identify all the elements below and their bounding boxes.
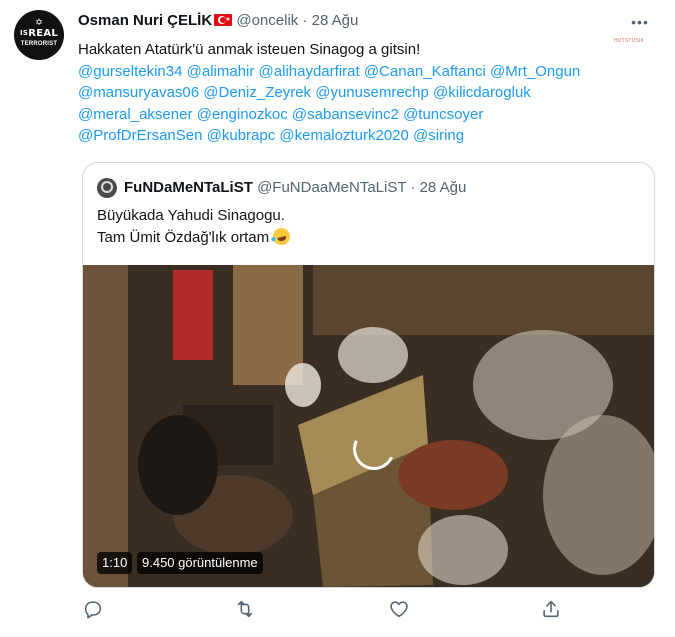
quoted-tweet-text: Büyükada Yahudi Sinagogu. Tam Ümit Özdağ… <box>97 205 293 248</box>
quoted-text-line: Büyükada Yahudi Sinagogu. <box>97 207 285 224</box>
separator: · <box>410 179 416 196</box>
quoted-tweet[interactable]: FuNDaMeNTaLiST @FuNDaaMeNTaLiST · 28 Ağu… <box>82 162 655 588</box>
mention-link[interactable]: @enginozkoc <box>197 106 288 123</box>
share-icon[interactable] <box>540 598 562 620</box>
tweet-text-line: Hakkaten Atatürk'ü anmak isteuen Sinagog… <box>78 41 421 58</box>
mention-link[interactable]: @gurseltekin34 <box>78 63 182 80</box>
video-views: 9.450 görüntülenme <box>137 552 263 574</box>
quoted-text-line: Tam Ümit Özdağ'lık ortam <box>97 228 270 246</box>
author-avatar[interactable]: ✡ ISREAL TERRORIST <box>14 10 64 60</box>
mention-link[interactable]: @kemalozturk2020 <box>279 127 408 144</box>
mention-link[interactable]: @meral_aksener <box>78 106 192 123</box>
tweet-actions <box>78 598 658 620</box>
reply-icon[interactable] <box>82 598 104 620</box>
author-name[interactable]: Osman Nuri ÇELİK <box>78 12 212 29</box>
quoted-tweet-date[interactable]: 28 Ağu <box>420 179 467 196</box>
video-frame <box>83 265 654 587</box>
author-handle[interactable]: @oncelik <box>236 12 298 29</box>
star-of-david-icon: ✡ <box>35 17 43 27</box>
turkey-flag-icon: ★ <box>214 14 233 26</box>
mention-link[interactable]: @Deniz_Zeyrek <box>203 84 311 101</box>
quoted-author-name[interactable]: FuNDaMeNTaLiST <box>124 179 253 196</box>
mention-line: @gurseltekin34 @alimahir @alihaydarfirat… <box>78 61 658 83</box>
separator: · <box>302 12 308 29</box>
mention-link[interactable]: @kubrapc <box>207 127 276 144</box>
mention-link[interactable]: @kilicdarogluk <box>433 84 531 101</box>
tweet-text: Hakkaten Atatürk'ü anmak isteuen Sinagog… <box>78 39 658 147</box>
video-duration: 1:10 <box>97 552 133 574</box>
quoted-tweet-header: FuNDaMeNTaLiST @FuNDaaMeNTaLiST · 28 Ağu <box>124 178 466 198</box>
retweet-icon[interactable] <box>234 598 256 620</box>
quoted-author-handle[interactable]: @FuNDaaMeNTaLiST <box>257 179 406 196</box>
mention-link[interactable]: @sabansevinc2 <box>292 106 399 123</box>
mention-link[interactable]: @siring <box>413 127 464 144</box>
avatar-text-bottom: TERRORIST <box>20 41 58 47</box>
mention-link[interactable]: @alimahir <box>187 63 255 80</box>
mention-link[interactable]: @Canan_Kaftanci <box>364 63 486 80</box>
mention-link[interactable]: @tuncsoyer <box>403 106 483 123</box>
video-player[interactable]: 1:10 9.450 görüntülenme <box>83 265 654 587</box>
rolling-on-floor-laughing-emoji-icon <box>271 225 293 247</box>
mention-link[interactable]: @mansuryavas06 <box>78 84 199 101</box>
mention-line: @mansuryavas06 @Deniz_Zeyrek @yunusemrec… <box>78 82 658 104</box>
tweet-date[interactable]: 28 Ağu <box>312 12 359 29</box>
tweet[interactable]: ✡ ISREAL TERRORIST Osman Nuri ÇELİK ★ @on… <box>0 0 675 637</box>
mention-link[interactable]: @ProfDrErsanSen <box>78 127 202 144</box>
more-options-icon[interactable]: ••• <box>628 14 652 30</box>
mention-link[interactable]: @yunusemrechp <box>315 84 429 101</box>
mention-link[interactable]: @Mrt_Ongun <box>490 63 580 80</box>
mention-line: @ProfDrErsanSen @kubrapc @kemalozturk202… <box>78 125 658 147</box>
heart-icon[interactable] <box>388 598 410 620</box>
avatar-text-main: REAL <box>28 28 59 39</box>
avatar-text-top: IS <box>19 29 29 37</box>
quoted-author-avatar[interactable] <box>97 178 117 198</box>
mention-link[interactable]: @alihaydarfirat <box>259 63 360 80</box>
mention-line: @meral_aksener @enginozkoc @sabansevinc2… <box>78 104 658 126</box>
tweet-header: Osman Nuri ÇELİK ★ @oncelik · 28 Ağu <box>78 11 358 31</box>
